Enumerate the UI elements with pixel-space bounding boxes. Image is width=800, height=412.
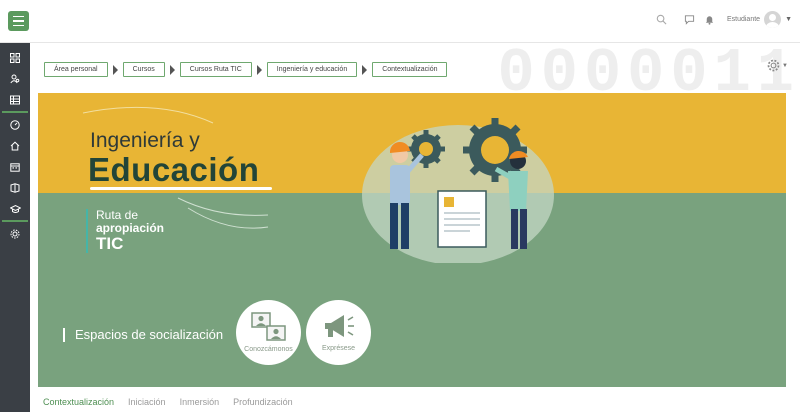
ruta-label: Ruta de apropiación TIC — [86, 209, 164, 253]
hamburger-menu-button[interactable] — [8, 11, 29, 31]
banner-title-underline — [90, 187, 272, 190]
breadcrumb-item[interactable]: Ingeniería y educación — [266, 62, 358, 77]
conozcamonos-button[interactable]: Conozcámonos — [236, 300, 301, 365]
breadcrumb: Área personal Cursos Cursos Ruta TIC Ing… — [44, 62, 448, 77]
breadcrumb-item[interactable]: Cursos Ruta TIC — [179, 62, 252, 77]
menu-line — [13, 20, 24, 22]
sidebar-item-settings[interactable] — [0, 223, 30, 244]
socialization-spaces-label: Espacios de socialización — [63, 328, 223, 342]
chat-icon[interactable] — [683, 13, 697, 27]
breadcrumb-item[interactable]: Contextualización — [372, 62, 448, 77]
sidebar-item-files[interactable] — [0, 177, 30, 198]
chevron-down-icon: ▼ — [782, 62, 788, 69]
navbar-actions: Estudiante ▼ — [655, 11, 792, 28]
breadcrumb-item[interactable]: Cursos — [122, 62, 165, 77]
breadcrumb-arrow-icon — [169, 64, 175, 75]
engineers-gears-illustration — [362, 118, 554, 263]
course-banner: Ingeniería y Educación Ruta de apropiaci… — [38, 93, 786, 387]
sidebar-item-speedometer[interactable] — [0, 114, 30, 135]
ruta-line3: TIC — [96, 234, 124, 253]
sidebar-item-users[interactable] — [0, 68, 30, 89]
files-icon — [10, 182, 20, 193]
banner-title-line2: Educación — [88, 151, 260, 188]
breadcrumb-item[interactable]: Área personal — [44, 62, 108, 77]
course-settings-menu[interactable]: ▼ — [767, 59, 788, 72]
megaphone-icon — [324, 315, 354, 337]
user-search-icon — [10, 74, 20, 83]
sidebar-item-table[interactable] — [0, 89, 30, 110]
sidebar-divider — [2, 111, 28, 113]
table-icon — [10, 95, 20, 104]
tab-profundizacion[interactable]: Profundización — [233, 397, 293, 407]
banner-title-line1: Ingeniería y — [90, 129, 200, 152]
chevron-down-icon[interactable]: ▼ — [785, 16, 792, 23]
graduation-cap-icon — [9, 204, 21, 213]
tab-inmersion[interactable]: Inmersión — [180, 397, 220, 407]
menu-line — [13, 15, 24, 18]
sidebar-item-home[interactable] — [0, 135, 30, 156]
sidebar-divider — [2, 220, 28, 222]
breadcrumb-arrow-icon — [256, 64, 262, 75]
breadcrumb-arrow-icon — [112, 64, 118, 75]
user-name[interactable]: Estudiante — [727, 16, 760, 23]
calendar-icon — [10, 162, 20, 172]
settings-icon — [10, 229, 20, 238]
conozcamonos-label: Conozcámonos — [244, 346, 293, 353]
people-cards-icon — [250, 312, 286, 341]
menu-line — [13, 24, 24, 27]
sidebar-item-calendar[interactable] — [0, 156, 30, 177]
bell-icon[interactable] — [703, 13, 717, 27]
sidebar-item-courses[interactable] — [0, 198, 30, 219]
gear-icon — [767, 59, 780, 72]
avatar[interactable] — [764, 11, 782, 28]
home-icon — [10, 141, 20, 150]
top-navbar: Estudiante ▼ — [0, 0, 800, 43]
breadcrumb-arrow-icon — [362, 64, 368, 75]
tab-contextualizacion[interactable]: Contextualización — [43, 397, 114, 407]
expresese-label: Exprésese — [321, 345, 356, 352]
speedometer-icon — [10, 119, 20, 130]
sidebar-item-dashboard[interactable] — [0, 47, 30, 68]
tab-iniciacion[interactable]: Iniciación — [128, 397, 166, 407]
course-sections-tabs: Contextualización Iniciación Inmersión P… — [43, 397, 293, 407]
dashboard-grid-icon — [10, 52, 20, 63]
search-icon[interactable] — [655, 13, 669, 27]
left-sidebar — [0, 43, 30, 412]
expresese-button[interactable]: Exprésese — [306, 300, 371, 365]
main-content: 0000011 Área personal Cursos Cursos Ruta… — [30, 43, 800, 412]
